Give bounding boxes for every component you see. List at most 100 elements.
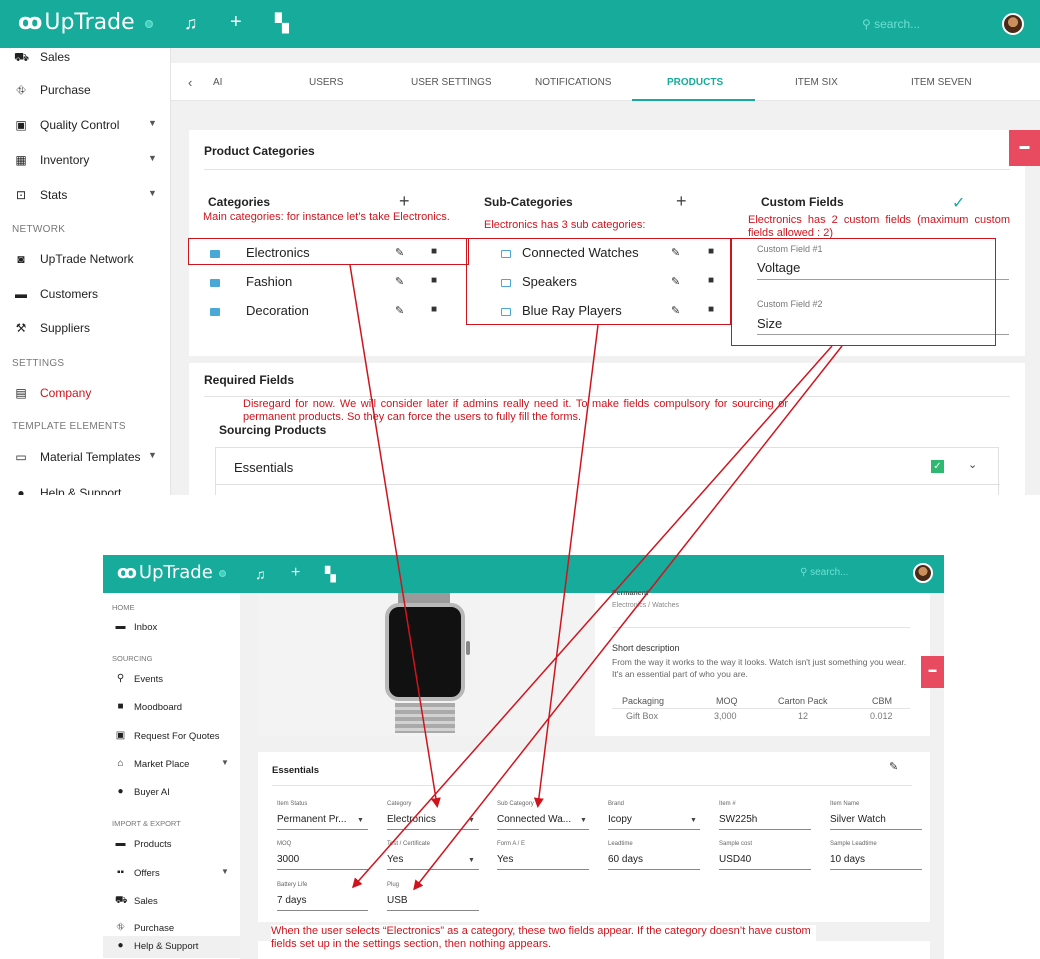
input-underline bbox=[387, 869, 479, 870]
add-icon[interactable]: + bbox=[230, 12, 242, 32]
tab-notifications[interactable]: NOTIFICATIONS bbox=[535, 77, 611, 88]
leadtime-input[interactable]: 60 days bbox=[608, 854, 643, 865]
sidebar-item-offers[interactable]: ▪▪ Offers ▼ bbox=[103, 863, 240, 885]
brand-select[interactable]: Icopy bbox=[608, 814, 632, 825]
tab-user-settings[interactable]: USER SETTINGS bbox=[411, 77, 492, 88]
sidebar-item-sales[interactable]: ⛟ Sales bbox=[0, 42, 171, 72]
avatar[interactable] bbox=[913, 563, 933, 583]
required-fields-note: Disregard for now. We will consider late… bbox=[243, 398, 788, 423]
add-category-icon[interactable]: + bbox=[399, 191, 410, 212]
sidebar-item-material-templates[interactable]: ▭ Material Templates ▼ bbox=[0, 442, 171, 472]
item-status-select[interactable]: Permanent Pr... bbox=[277, 814, 346, 825]
chevron-down-icon[interactable]: ⌄ bbox=[968, 458, 977, 471]
essentials-panel[interactable]: Essentials ✓ ⌄ bbox=[215, 447, 1000, 495]
search-input[interactable]: ⚲ search... bbox=[800, 567, 848, 578]
sidebar-item-purchase[interactable]: ⛗ Purchase bbox=[0, 75, 171, 105]
input-underline bbox=[719, 829, 811, 830]
form-ae-input[interactable]: Yes bbox=[497, 854, 513, 865]
edit-icon[interactable]: ✎ bbox=[395, 304, 404, 317]
sidebar-item-quality-control[interactable]: ▣ Quality Control ▼ bbox=[0, 110, 171, 140]
sidebar-item-moodboard[interactable]: ■ Moodboard bbox=[103, 697, 240, 719]
annotation-box-custom-fields bbox=[731, 238, 996, 346]
sidebar-item-customers[interactable]: ▬ Customers bbox=[0, 279, 171, 309]
input-underline bbox=[608, 869, 700, 870]
dropdown-arrow-icon: ▼ bbox=[357, 817, 364, 824]
field-label: Sample Leadtime bbox=[830, 841, 877, 847]
field-label: MOQ bbox=[277, 841, 292, 847]
sidebar-item-buyer-ai[interactable]: ● Buyer AI bbox=[103, 782, 240, 804]
item-name-input[interactable]: Silver Watch bbox=[830, 814, 886, 825]
divider bbox=[272, 785, 912, 786]
check-icon[interactable]: ✓ bbox=[952, 193, 965, 213]
sidebar-item-company[interactable]: ▤ Company bbox=[0, 378, 171, 408]
category-row[interactable]: Decoration ✎ ■ bbox=[209, 303, 449, 327]
add-subcategory-icon[interactable]: + bbox=[676, 191, 687, 212]
input-underline bbox=[608, 829, 700, 830]
sample-leadtime-input[interactable]: 10 days bbox=[830, 854, 865, 865]
checkbox-checked-icon[interactable]: ✓ bbox=[931, 460, 944, 473]
sub-category-select[interactable]: Connected Wa... bbox=[497, 814, 571, 825]
sidebar-item-stats[interactable]: ⊡ Stats ▼ bbox=[0, 180, 171, 210]
sidebar-item-help-support[interactable]: ● Help & Support bbox=[0, 478, 171, 495]
tab-users[interactable]: USERS bbox=[309, 77, 343, 88]
category-row[interactable]: Fashion ✎ ■ bbox=[209, 274, 449, 298]
search-icon: ⚲ bbox=[862, 17, 875, 31]
sidebar-item-products[interactable]: ▬ Products bbox=[103, 834, 240, 856]
carton-pack-value: 12 bbox=[798, 711, 809, 721]
pin-icon: ⚲ bbox=[116, 673, 125, 684]
feedback-icon[interactable]: ▬ bbox=[921, 656, 944, 688]
tab-ai[interactable]: AI bbox=[213, 77, 222, 88]
moq-input[interactable]: 3000 bbox=[277, 854, 299, 865]
category-select[interactable]: Electronics bbox=[387, 814, 436, 825]
essentials-card bbox=[258, 752, 930, 922]
field-label: Brand bbox=[608, 801, 625, 807]
feedback-icon[interactable]: ▬ bbox=[1009, 130, 1040, 166]
sidebar-item-inventory[interactable]: ▦ Inventory ▼ bbox=[0, 145, 171, 175]
edit-icon[interactable]: ✎ bbox=[889, 760, 898, 773]
trash-icon[interactable]: ■ bbox=[431, 304, 437, 315]
apps-icon[interactable]: ▚ bbox=[275, 14, 289, 32]
trash-icon[interactable]: ■ bbox=[431, 275, 437, 286]
apps-icon[interactable]: ▚ bbox=[325, 565, 336, 583]
settings-tabs: ‹ AI USERS USER SETTINGS NOTIFICATIONS P… bbox=[171, 63, 1040, 101]
edit-icon[interactable]: ✎ bbox=[395, 275, 404, 288]
sidebar-item-sales[interactable]: ⛟ Sales bbox=[103, 891, 240, 913]
avatar[interactable] bbox=[1002, 13, 1024, 35]
sidebar-item-inbox[interactable]: ▬ Inbox bbox=[103, 617, 240, 639]
search-icon: ⚲ bbox=[800, 567, 811, 578]
sample-cost-input[interactable]: USD40 bbox=[719, 854, 751, 865]
search-input[interactable]: ⚲ search... bbox=[862, 17, 920, 31]
product-image bbox=[258, 593, 595, 736]
rfq-icon: ▣ bbox=[115, 730, 126, 741]
field-label: Category bbox=[387, 801, 412, 807]
plug-input[interactable]: USB bbox=[387, 895, 408, 906]
item-number-input[interactable]: SW225h bbox=[719, 814, 757, 825]
input-underline bbox=[497, 829, 589, 830]
quality-icon: ▣ bbox=[15, 118, 27, 132]
sidebar-item-events[interactable]: ⚲ Events bbox=[103, 669, 240, 691]
tab-item-six[interactable]: ITEM SIX bbox=[795, 77, 838, 88]
sidebar-item-suppliers[interactable]: ⚒ Suppliers bbox=[0, 313, 171, 343]
chevron-left-icon[interactable]: ‹ bbox=[188, 75, 192, 90]
sidebar-item-help-support[interactable]: ● Help & Support bbox=[103, 936, 240, 958]
input-underline bbox=[387, 829, 479, 830]
sidebar-item-rfq[interactable]: ▣ Request For Quotes bbox=[103, 726, 240, 748]
tab-products[interactable]: PRODUCTS bbox=[667, 77, 723, 88]
folder-icon bbox=[210, 308, 220, 316]
custom-fields-heading: Custom Fields bbox=[761, 195, 844, 209]
test-certificate-select[interactable]: Yes bbox=[387, 854, 403, 865]
tab-item-seven[interactable]: ITEM SEVEN bbox=[911, 77, 972, 88]
battery-life-input[interactable]: 7 days bbox=[277, 895, 306, 906]
custom-fields-note: Electronics has 2 custom fields (maximum… bbox=[748, 214, 1010, 239]
add-icon[interactable]: + bbox=[291, 564, 300, 582]
bell-icon[interactable]: ♫ bbox=[184, 14, 198, 32]
company-icon: ▤ bbox=[15, 386, 27, 400]
essentials-label: Essentials bbox=[234, 460, 294, 475]
sidebar-item-uptrade-network[interactable]: ◙ UpTrade Network bbox=[0, 244, 171, 274]
dropdown-arrow-icon: ▼ bbox=[690, 817, 697, 824]
bell-icon[interactable]: ♫ bbox=[255, 565, 266, 583]
sidebar-item-market-place[interactable]: ⌂ Market Place ▼ bbox=[103, 754, 240, 776]
buyer-ai-icon: ● bbox=[117, 786, 124, 797]
essentials-title: Essentials bbox=[272, 765, 319, 776]
help-icon: ● bbox=[117, 940, 124, 951]
